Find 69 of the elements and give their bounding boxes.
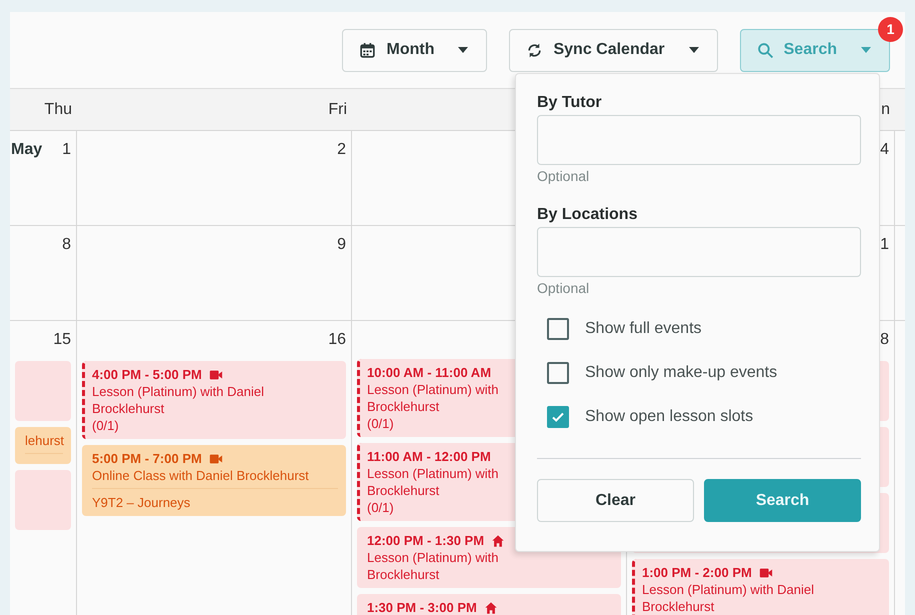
event-text: Online Class with Daniel Brocklehurst [92,467,309,484]
house-icon [491,534,506,548]
search-icon [756,42,774,58]
weekday-label: Thu [44,100,72,118]
lesson-event[interactable] [15,361,71,421]
day-number: 8 [62,236,71,254]
field-label: By Tutor [537,94,603,112]
day-number: 1 [880,236,889,254]
event-text: Lesson (Platinum) with [367,549,498,566]
day-number: 1 [62,141,71,159]
search-button[interactable]: Search [704,479,861,522]
house-icon [484,600,498,614]
calendar-icon [359,42,376,58]
class-event[interactable]: lehurst [15,427,71,464]
field-hint: Optional [537,280,590,296]
checkbox[interactable] [547,406,569,428]
clear-button[interactable]: Clear [537,479,694,522]
notification-badge: 1 [878,16,903,42]
sync-calendar-button[interactable]: Sync Calendar [509,28,718,72]
video-camera-icon [208,452,223,466]
event-time: 10:00 AM - 11:00 AM [367,364,492,381]
video-camera-icon [208,368,223,382]
day-number: 16 [328,331,346,349]
input-field[interactable] [537,115,861,165]
lesson-event[interactable] [15,470,71,530]
day-number: 2 [337,141,346,159]
video-camera-icon [758,566,773,580]
event-group: Y9T2 – Journeys [92,494,190,511]
view-button[interactable]: Month [342,28,488,72]
input-field[interactable] [537,227,861,277]
event-text: Brocklehurst [367,398,440,415]
event-text: Brocklehurst [367,482,440,499]
caret-icon [458,47,468,53]
event-text: (0/1) [367,499,394,516]
event-time: 1:00 PM - 2:00 PM [642,564,752,581]
event-text: (0/1) [367,415,394,432]
day-number: 15 [53,331,71,349]
class-event[interactable]: 5:00 PM - 7:00 PM Online Class with Daniel Brocklehurst Y9T2 – Journeys [82,445,346,516]
day-number: 9 [337,236,346,254]
field-label: By Locations [537,206,638,224]
caret-icon [688,47,699,53]
weekday-label: Fri [328,100,347,118]
event-text: Brocklehurst [642,598,714,615]
event-time: 11:00 AM - 12:00 PM [367,448,491,465]
day-number: 4 [880,141,889,159]
lesson-event[interactable]: 1:00 PM - 2:00 PM Lesson (Platinum) with Daniel Brocklehurst [632,559,889,615]
event-text: lehurst [25,432,64,449]
event-text: Lesson (Platinum) with [367,381,498,398]
event-text: Brocklehurst [92,400,164,417]
month-label: May [11,141,42,159]
event-text: Lesson (Platinum) with [367,465,498,482]
checkbox-label: Show full events [585,320,702,338]
event-text: (0/1) [92,417,119,434]
day-number: 8 [880,331,889,349]
caret-icon [861,47,871,53]
checkbox[interactable] [547,362,569,384]
event-text: Brocklehurst [367,566,440,583]
event-time: 1:30 PM - 3:00 PM [367,599,477,615]
event-text: Lesson (Platinum) with Daniel [92,383,264,400]
sync-icon [526,42,544,58]
event-time: 12:00 PM - 1:30 PM [367,532,484,549]
event-time: 5:00 PM - 7:00 PM [92,450,202,467]
checkbox[interactable] [547,318,569,340]
lesson-event[interactable]: 1:30 PM - 3:00 PM [357,594,621,615]
field-hint: Optional [537,168,590,184]
lesson-event[interactable]: 4:00 PM - 5:00 PM Lesson (Platinum) with Daniel Brocklehurst (0/1) [82,361,346,439]
weekday-label: n [881,100,890,118]
event-time: 4:00 PM - 5:00 PM [92,366,202,383]
event-text: Lesson (Platinum) with Daniel [642,581,814,598]
